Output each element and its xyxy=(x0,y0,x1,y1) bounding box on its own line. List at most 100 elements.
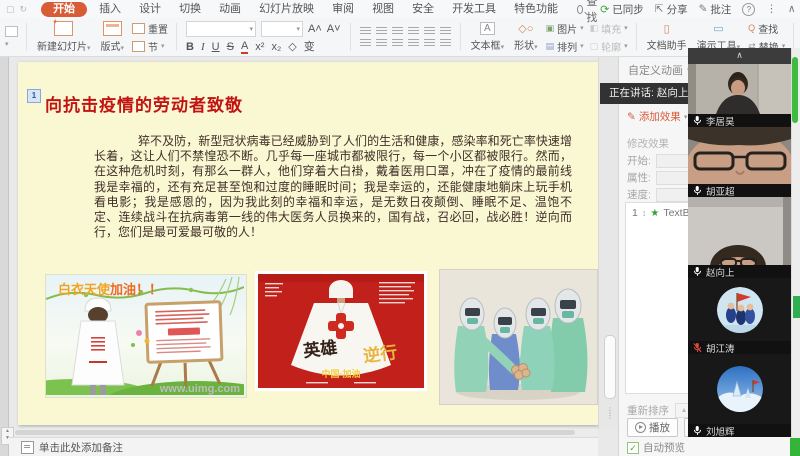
clear-format-button[interactable]: ◇ xyxy=(288,41,296,53)
find-button[interactable]: Q 查找 xyxy=(748,21,785,36)
tab-insert[interactable]: 插入 xyxy=(90,0,130,18)
edge-widget-corner[interactable] xyxy=(790,438,800,456)
slide-canvas[interactable]: 1 向抗击疫情的劳动者致敬 猝不及防，新型冠状病毒已经威胁到了人们的生活和健康，… xyxy=(18,62,598,425)
indent-decrease-icon[interactable] xyxy=(392,27,403,35)
new-slide-icon: ✦ xyxy=(54,21,73,36)
increase-font-button[interactable]: A˄ xyxy=(308,23,322,35)
slide-title[interactable]: 向抗击疫情的劳动者致敬 xyxy=(45,91,243,116)
help-icon[interactable]: ? xyxy=(742,3,755,16)
font-size-select[interactable]: ▾ xyxy=(261,21,303,37)
slide-number-badge: 1 xyxy=(27,89,41,103)
font-family-select[interactable]: ▾ xyxy=(186,21,256,37)
decrease-font-button[interactable]: A˅ xyxy=(327,23,341,35)
play-button[interactable]: 播放 xyxy=(627,418,678,437)
video-tile-2[interactable] xyxy=(688,127,791,184)
play-icon xyxy=(635,422,646,433)
justify-icon[interactable] xyxy=(408,39,419,47)
vertical-scrollbar-thumb[interactable] xyxy=(604,335,616,399)
font-color-button[interactable]: A xyxy=(241,40,248,54)
notes-bar[interactable]: 单击此处添加备注 xyxy=(9,437,598,456)
section-button[interactable]: 节▾ xyxy=(132,39,168,54)
mic-icon xyxy=(693,266,702,277)
collapse-videos-button[interactable]: ∧ xyxy=(688,48,791,64)
video-tile-5[interactable] xyxy=(688,354,791,424)
doc-assistant-button[interactable]: ▯ 文档助手 xyxy=(642,22,692,52)
poster-hero-retrograde[interactable]: 英雄 逆行 中国·加油 xyxy=(255,271,427,391)
animation-panel-title[interactable]: 自定义动画▾ xyxy=(628,62,691,78)
columns-icon[interactable] xyxy=(424,39,435,47)
pane-resize-handle[interactable]: ⋮⋮ xyxy=(606,408,614,418)
paste-icon xyxy=(5,26,18,37)
vertical-scrollbar-track[interactable]: ⋮⋮ xyxy=(598,56,619,429)
arrange-button[interactable]: ▤ 排列▾ xyxy=(546,39,584,54)
tab-review[interactable]: 审阅 xyxy=(323,0,363,18)
paragraph-group xyxy=(360,27,451,47)
bold-button[interactable]: B xyxy=(186,41,194,53)
poster1-watermark: www.uimg.com xyxy=(160,383,240,395)
horizontal-scrollbar-track[interactable] xyxy=(12,429,598,436)
tab-security[interactable]: 安全 xyxy=(403,0,443,18)
sync-status[interactable]: ⟳ 已同步 xyxy=(600,2,644,17)
align-left-icon[interactable] xyxy=(360,39,371,47)
layout-button[interactable]: 版式▾ xyxy=(96,21,130,53)
reorder-label: 重新排序 xyxy=(627,403,669,418)
new-slide-button[interactable]: ✦ 新建幻灯片▾ xyxy=(32,21,96,53)
horizontal-scrollbar-thumb[interactable] xyxy=(15,430,575,435)
poster3-drawing xyxy=(440,270,595,402)
align-text-icon[interactable] xyxy=(440,39,451,47)
reset-button[interactable]: 重置 xyxy=(132,21,168,36)
subscript-button[interactable]: x₂ xyxy=(271,41,281,53)
numbering-icon[interactable] xyxy=(376,27,387,35)
add-effect-button[interactable]: ✎ 添加效果▾ xyxy=(627,109,687,124)
share-button[interactable]: ⇱ 分享 xyxy=(655,2,688,17)
tab-design[interactable]: 设计 xyxy=(130,0,170,18)
text-box-button[interactable]: A 文本框▾ xyxy=(466,22,510,52)
text-box-icon: A xyxy=(480,22,495,35)
comment-button[interactable]: ✎ 批注 xyxy=(699,2,732,17)
participant-label-2: 胡亚超 xyxy=(688,184,791,197)
align-right-icon[interactable] xyxy=(392,39,403,47)
mic-icon xyxy=(693,115,702,126)
tab-view[interactable]: 视图 xyxy=(363,0,403,18)
tab-developer[interactable]: 开发工具 xyxy=(443,0,505,18)
poster-medical-team[interactable] xyxy=(439,269,598,405)
italic-button[interactable]: I xyxy=(201,41,205,53)
reset-icon xyxy=(132,23,145,34)
undo-icon[interactable]: ↻ xyxy=(20,4,28,15)
tab-animation[interactable]: 动画 xyxy=(210,0,250,18)
start-label: 开始: xyxy=(627,153,651,168)
mic-muted-icon xyxy=(693,342,702,353)
meeting-scroll-indicator[interactable] xyxy=(792,57,798,123)
text-direction-icon[interactable] xyxy=(440,27,451,35)
tab-slideshow[interactable]: 幻灯片放映 xyxy=(250,0,323,18)
tab-features[interactable]: 特色功能 xyxy=(505,0,567,18)
edge-widget-tab[interactable] xyxy=(793,296,800,318)
bullets-icon[interactable] xyxy=(360,27,371,35)
shape-button[interactable]: ◇○ 形状▾ xyxy=(509,22,543,52)
tab-transition[interactable]: 切换 xyxy=(170,0,210,18)
indent-increase-icon[interactable] xyxy=(408,27,419,35)
align-center-icon[interactable] xyxy=(376,39,387,47)
menubar: ▢ ↻ 开始 插入 设计 切换 动画 幻灯片放映 审阅 视图 安全 开发工具 特… xyxy=(0,0,800,18)
tab-home[interactable]: 开始 xyxy=(41,2,87,17)
save-icon[interactable]: ▢ xyxy=(6,4,15,15)
poster-angel-in-white[interactable]: 白衣天使加油！！ www.uimg.com xyxy=(45,274,247,398)
more-icon[interactable]: ⋮ xyxy=(766,3,777,15)
line-spacing-icon[interactable] xyxy=(424,27,435,35)
video-tile-1[interactable] xyxy=(688,64,791,114)
video-tile-4[interactable] xyxy=(688,278,791,341)
collapse-ribbon-icon[interactable]: ∧ xyxy=(788,3,796,15)
auto-preview-checkbox[interactable]: ✓ xyxy=(627,442,639,454)
underline-button[interactable]: U xyxy=(212,41,220,53)
slide-body-text[interactable]: 猝不及防，新型冠状病毒已经威胁到了人们的生活和健康，感染率和死亡率快速增长着，这… xyxy=(94,134,572,240)
video-tile-3[interactable] xyxy=(688,197,791,265)
menu-find[interactable]: 查找 xyxy=(577,0,600,25)
change-case-button[interactable]: 变 xyxy=(304,41,315,53)
outline-button[interactable]: ▢ 轮廓▾ xyxy=(590,39,628,54)
superscript-button[interactable]: x² xyxy=(255,41,264,53)
poster2-subtitle: 中国·加油 xyxy=(322,368,361,379)
pencil-icon: ✎ xyxy=(627,111,636,123)
paste-button[interactable]: ▾ xyxy=(5,26,18,48)
strikethrough-button[interactable]: S xyxy=(227,41,234,53)
slide-thumbnail-panel-collapsed[interactable] xyxy=(0,56,9,456)
